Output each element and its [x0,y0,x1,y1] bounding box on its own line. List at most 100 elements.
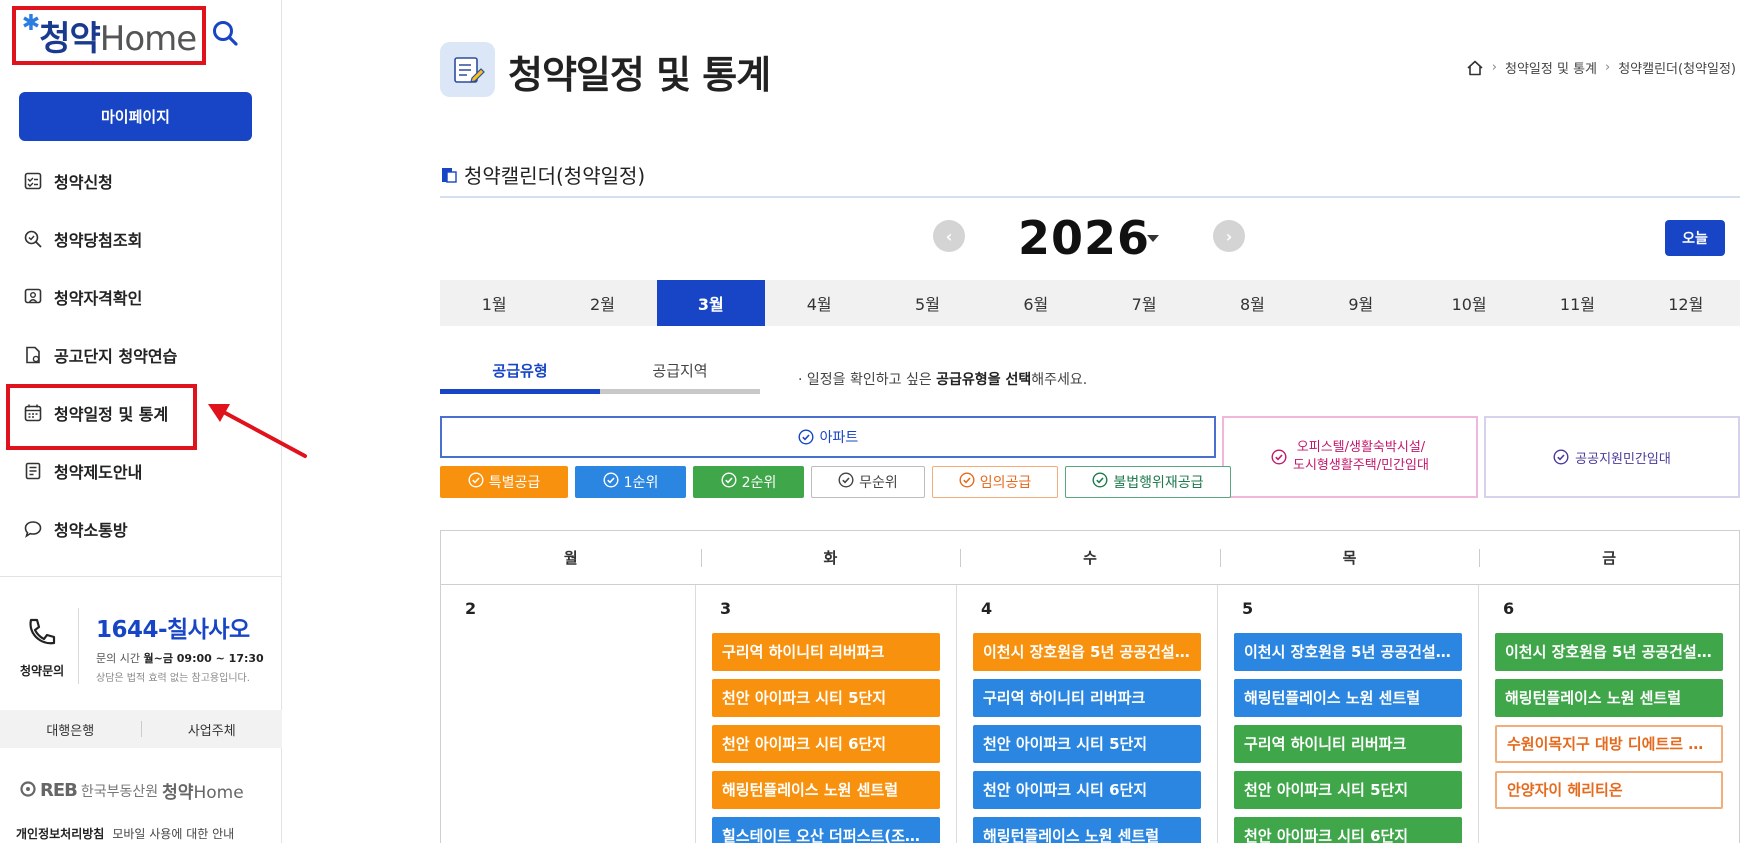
filter-apartment[interactable]: 아파트 [440,416,1216,458]
mypage-button[interactable]: 마이페이지 [19,92,252,141]
month-tab-active[interactable]: 3월 [656,280,765,326]
schedule-event[interactable]: 해링턴플레이스 노원 센트럴 [1234,679,1462,717]
schedule-event[interactable]: 수원이목지구 대방 디에트르 더... [1495,725,1723,763]
site-logo[interactable]: ✱청약Home [12,6,206,65]
day-cell[interactable]: 5 이천시 장호원읍 5년 공공건설... 해링턴플레이스 노원 센트럴구리역 하이… [1218,585,1479,843]
check-circle-icon [1092,472,1108,492]
privacy-policy-link[interactable]: 개인정보처리방침 [16,827,104,841]
month-tab[interactable]: 8월 [1198,280,1306,326]
prev-year-button[interactable]: ‹ [933,220,965,252]
sidebar-divider [0,576,282,577]
schedule-event[interactable]: 구리역 하이니티 리버파크 [1234,725,1462,763]
chip-illegal-resupply[interactable]: 불법행위재공급 [1065,466,1231,498]
month-tab[interactable]: 2월 [548,280,656,326]
tab-supply-region[interactable]: 공급지역 [600,352,760,394]
type-hint: · 일정을 확인하고 싶은 공급유형을 선택해주세요. [798,369,1087,389]
nav-item-apply[interactable]: 청약신청 [0,152,282,210]
footer-links: 개인정보처리방침 모바일 사용에 대한 안내 [16,825,234,842]
year-display[interactable]: 2026 [1018,211,1150,265]
schedule-event[interactable]: 안양자이 헤리티온 [1495,771,1723,809]
day-cell[interactable]: 6 이천시 장호원읍 5년 공공건설... 해링턴플레이스 노원 센트럴수원이목지구… [1479,585,1739,843]
chip-second-rank[interactable]: 2순위 [693,466,804,498]
schedule-event[interactable]: 해링턴플레이스 노원 센트럴 [973,817,1201,843]
schedule-event[interactable]: 천안 아이파크 시티 5단지 [973,725,1201,763]
month-tab[interactable]: 7월 [1090,280,1198,326]
nav-item-community[interactable]: 청약소통방 [0,500,282,558]
schedule-event[interactable]: 이천시 장호원읍 5년 공공건설... [973,633,1201,671]
schedule-event[interactable]: 이천시 장호원읍 5년 공공건설... [1495,633,1723,671]
breadcrumb: › 청약일정 및 통계 › 청약캘린더(청약일정) [1466,58,1736,77]
caret-down-icon[interactable] [1146,234,1160,244]
nav-item-eligibility[interactable]: 청약자격확인 [0,268,282,326]
day-cell[interactable]: 2 [441,585,696,843]
nav-item-winner-check[interactable]: 청약당첨조회 [0,210,282,268]
contact-divider [78,608,79,684]
logo-en-text: Home [99,19,197,59]
day-number: 5 [1242,599,1254,618]
org-name: 한국부동산원 [80,783,159,800]
month-tab[interactable]: 10월 [1415,280,1523,326]
next-year-button[interactable]: › [1213,220,1245,252]
schedule-event[interactable]: 천안 아이파크 시티 5단지 [1234,771,1462,809]
schedule-event[interactable]: 해링턴플레이스 노원 센트럴 [712,771,940,809]
tab-supply-type[interactable]: 공급유형 [440,352,600,394]
filter-public-rental[interactable]: 공공지원민간임대 [1484,416,1740,498]
hint-bold: 공급유형을 선택 [936,372,1032,388]
book-icon [442,167,457,183]
check-circle-icon [468,472,484,492]
month-tab[interactable]: 1월 [440,280,548,326]
day-number: 3 [720,599,732,618]
day-cell[interactable]: 4 이천시 장호원읍 5년 공공건설... 구리역 하이니티 리버파크 천안 아이파크… [957,585,1218,843]
phone-icon [24,616,58,654]
weekday-label: 수 [960,531,1220,584]
contact-phone-number[interactable]: 1644-칠사사오 [96,610,250,644]
breadcrumb-item[interactable]: 청약캘린더(청약일정) [1618,58,1736,77]
contact-hours: 문의 시간 월~금 09:00 ~ 17:30 [96,650,264,666]
chip-arbitrary-supply[interactable]: 임의공급 [932,466,1058,498]
month-tab[interactable]: 6월 [982,280,1090,326]
chip-no-rank[interactable]: 무순위 [811,466,925,498]
today-button[interactable]: 오늘 [1665,220,1725,256]
bank-tab[interactable]: 대행은행 [0,720,141,739]
chip-label: 2순위 [741,475,777,491]
side-nav: 청약신청 청약당첨조회 청약자격확인 공고단지 청약연습 청약일정 및 통계 청… [0,152,282,558]
hint-suffix: 해주세요. [1031,372,1088,388]
check-circle-icon [603,472,619,492]
schedule-event[interactable]: 천안 아이파크 시티 6단지 [712,725,940,763]
logo-ko-text: 청약 [39,19,101,59]
search-button[interactable] [204,12,246,54]
business-entity-tab[interactable]: 사업주체 [142,720,283,739]
schedule-event[interactable]: 천안 아이파크 시티 5단지 [712,679,940,717]
reb-text: REB [40,780,78,801]
officetel-line2: 도시형생활주택/민간임대 [1293,458,1429,473]
hint-prefix: · 일정을 확인하고 싶은 [798,372,937,388]
id-card-icon [22,286,44,308]
day-cell[interactable]: 3 구리역 하이니티 리버파크천안 아이파크 시티 5단지천안 아이파크 시티 6… [696,585,957,843]
schedule-event[interactable]: 천안 아이파크 시티 6단지 [973,771,1201,809]
schedule-event[interactable]: 힐스테이트 오산 더퍼스트(조합... [712,817,940,843]
chip-label: 1순위 [623,475,659,491]
filter-officetel[interactable]: 오피스텔/생활숙박시설/도시형생활주택/민간임대 [1222,416,1478,498]
officetel-line1: 오피스텔/생활숙박시설/ [1296,440,1426,456]
schedule-event[interactable]: 구리역 하이니티 리버파크 [973,679,1201,717]
breadcrumb-item[interactable]: 청약일정 및 통계 [1505,58,1597,77]
nav-label: 청약일정 및 통계 [54,405,169,424]
month-tab[interactable]: 4월 [765,280,873,326]
chip-first-rank[interactable]: 1순위 [575,466,686,498]
sidebar-bottom-tabs: 대행은행 사업주체 [0,710,282,748]
home-icon[interactable] [1466,59,1484,77]
schedule-event[interactable]: 천안 아이파크 시티 6단지 [1234,817,1462,843]
chip-label: 불법행위재공급 [1113,475,1204,491]
month-tab[interactable]: 11월 [1523,280,1631,326]
nav-item-practice[interactable]: 공고단지 청약연습 [0,326,282,384]
chip-special-supply[interactable]: 특별공급 [440,466,568,498]
month-tab[interactable]: 12월 [1632,280,1740,326]
schedule-event[interactable]: 해링턴플레이스 노원 센트럴 [1495,679,1723,717]
nav-label: 청약당첨조회 [54,231,143,250]
month-tab[interactable]: 5월 [873,280,981,326]
month-tab[interactable]: 9월 [1307,280,1415,326]
schedule-event[interactable]: 이천시 장호원읍 5년 공공건설... [1234,633,1462,671]
mobile-guide-link[interactable]: 모바일 사용에 대한 안내 [112,827,234,841]
day-number: 6 [1503,599,1515,618]
schedule-event[interactable]: 구리역 하이니티 리버파크 [712,633,940,671]
